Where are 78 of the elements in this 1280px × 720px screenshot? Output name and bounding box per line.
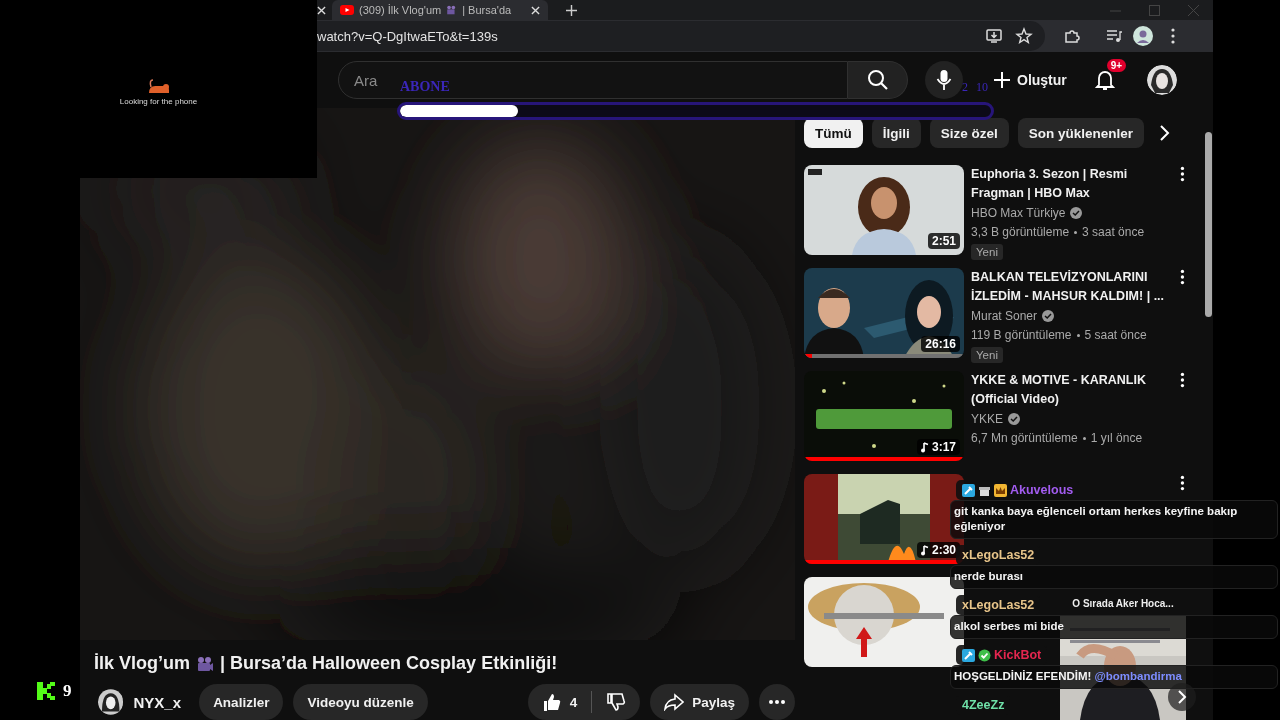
thumbs-down-icon	[606, 692, 627, 712]
video-title: | Bursa’da Halloween Cosplay Etkinliği!	[220, 653, 558, 674]
chat-username: 4ZeeZz	[962, 698, 1005, 712]
kick-logo-icon	[37, 682, 55, 700]
filter-chip[interactable]: Son yüklenenler	[1017, 118, 1145, 148]
search-icon	[866, 69, 889, 91]
video-title[interactable]: BALKAN TELEVİZYONLARINI İZLEDİM - MAHSUR KALDIM! | ...	[971, 268, 1169, 306]
chat-message: alkol serbes mi bide	[950, 615, 1278, 639]
view-count: 119 B görüntüleme	[971, 328, 1072, 342]
channel-name[interactable]: Murat Soner	[971, 309, 1038, 323]
more-button[interactable]	[759, 684, 795, 720]
mini-player-title: O Sırada Aker Hoca...	[1071, 598, 1175, 611]
view-count: 6,7 Mn görüntüleme	[971, 431, 1078, 445]
chat-message: HOŞGELDİNİZ EFENDİM! @bombandirma	[950, 665, 1278, 689]
cat-icon	[146, 78, 171, 95]
tab-title: | Bursa'da	[462, 4, 512, 16]
video-title[interactable]: YKKE & MOTIVE - KARANLIK (Official Video)	[971, 371, 1169, 409]
search-button[interactable]	[848, 61, 908, 99]
duration-label: 2:30	[916, 542, 960, 558]
voice-search-button[interactable]	[925, 61, 963, 99]
video-title[interactable]: Euphoria 3. Sezon | Resmi Fragman | HBO Max	[971, 165, 1169, 203]
tab-title: (309) İlk Vlog'um	[359, 4, 442, 16]
star-icon[interactable]	[1015, 27, 1033, 45]
chat-username: xLegoLas52	[962, 598, 1035, 612]
more-icon	[769, 700, 785, 704]
new-badge: Yeni	[971, 347, 1003, 363]
close-tab-icon[interactable]	[317, 5, 326, 15]
new-tab-icon[interactable]	[566, 4, 577, 16]
share-button[interactable]: Paylaş	[650, 684, 749, 720]
profile-avatar-icon[interactable]	[1133, 26, 1153, 46]
video-title: İlk Vlog’um	[94, 653, 190, 674]
filter-chip[interactable]: Size özel	[929, 118, 1009, 148]
media-queue-icon[interactable]	[1105, 27, 1123, 45]
webcam-caption: Looking for the phone	[119, 96, 198, 106]
scrollbar-thumb[interactable]	[1205, 132, 1212, 317]
upload-age: 1 yıl önce	[1090, 431, 1143, 445]
filter-chip[interactable]: Tümü	[804, 118, 863, 148]
account-avatar[interactable]	[1146, 65, 1177, 95]
goal-current: 2	[962, 79, 968, 96]
viewer-count: 9	[63, 681, 72, 701]
duration-label: 2:51	[927, 233, 960, 249]
action-button[interactable]: Videoyu düzenle	[293, 684, 428, 720]
microphone-icon	[936, 69, 952, 91]
camera-emoji-icon	[196, 655, 214, 672]
notification-badge: 9+	[1106, 59, 1127, 72]
duration-label: 26:16	[921, 336, 960, 352]
upload-age: 5 saat önce	[1084, 328, 1147, 342]
goal-label: ABONE	[399, 78, 450, 96]
filter-chip[interactable]: İlgili	[871, 118, 921, 148]
kebab-menu-icon[interactable]	[1171, 27, 1175, 45]
thumbs-up-icon	[541, 692, 562, 712]
view-count: 3,3 B görüntüleme	[971, 225, 1070, 239]
chat-username: Akuvelous	[1010, 483, 1074, 497]
play-logo-icon	[340, 5, 354, 15]
new-badge: Yeni	[971, 244, 1003, 260]
action-button[interactable]: Analizler	[199, 684, 284, 720]
channel-avatar[interactable]	[98, 686, 124, 718]
chevron-right-icon	[1177, 690, 1187, 704]
address-bar[interactable]: watch?v=Q-DgItwaETo&t=139s	[317, 21, 1045, 51]
puzzle-icon[interactable]	[1063, 27, 1081, 45]
browser-tab[interactable]: (309) İlk Vlog'um | Bursa'da	[332, 0, 548, 20]
goal-target: 10	[976, 79, 988, 96]
plus-icon	[993, 71, 1011, 89]
duration-label: 3:17	[916, 439, 960, 455]
install-app-icon[interactable]	[985, 27, 1003, 45]
channel-name[interactable]: YKKE	[971, 412, 1003, 426]
channel-name[interactable]: NYX_x	[133, 693, 190, 711]
channel-name[interactable]: HBO Max Türkiye	[971, 206, 1066, 220]
chat-message: nerde burası	[950, 565, 1278, 589]
create-button[interactable]: Oluştur	[993, 62, 1067, 98]
share-arrow-icon	[664, 693, 685, 711]
close-tab-icon[interactable]	[531, 5, 540, 15]
mention-link[interactable]: @bombandirma	[1094, 670, 1182, 682]
chat-username: xLegoLas52	[962, 548, 1035, 562]
upload-age: 3 saat önce	[1082, 225, 1145, 239]
camera-emoji-icon	[446, 5, 458, 15]
chat-message: git kanka baya eğlenceli ortam herkes keyfine bakıp eğleniyor	[950, 500, 1278, 539]
chat-username: KickBot	[994, 648, 1042, 662]
